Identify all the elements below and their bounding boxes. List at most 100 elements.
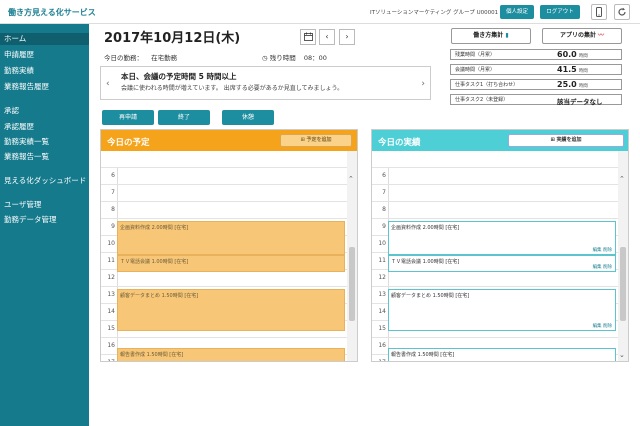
hour-slot[interactable] xyxy=(117,270,347,287)
edit-link[interactable]: 編集 xyxy=(593,248,602,253)
remaining-time: ◷ 残り時間 08：00 xyxy=(262,52,327,62)
stat-task1: 仕事タスク1（打ち合わせ） 25.0 時間 xyxy=(450,79,622,90)
scroll-up-chevron-icon[interactable]: ⌃ xyxy=(348,175,354,183)
actual-scrollbar[interactable]: ⌃ ⌄ xyxy=(618,151,628,361)
delete-link[interactable]: 削除 xyxy=(603,265,612,270)
work-status-label: 今日の勤務： xyxy=(104,54,143,62)
hour-label: 6 xyxy=(382,172,386,179)
hour-label: 10 xyxy=(107,240,115,247)
actual-panel-title: 今日の実績 xyxy=(378,138,421,148)
mobile-icon[interactable] xyxy=(591,4,607,20)
notification-carousel: ‹ 本日、会議の予定時間 5 時間以上 会議に使われる時間が増えています。 出席… xyxy=(100,66,431,100)
actual-event[interactable]: 報告書作成 1.50時間 [在宅] xyxy=(388,348,616,361)
plan-event[interactable]: 報告書作成 1.50時間 [在宅] xyxy=(117,348,345,361)
remaining-label: 残り時間 xyxy=(269,54,296,62)
stat-task2: 仕事タスク2（未登録） 該当データなし xyxy=(450,94,622,106)
stat-meeting: 会議時間（月累） 41.5 時間 xyxy=(450,64,622,75)
stat-label: 会議時間（月累） xyxy=(455,67,496,73)
hour-label: 17 xyxy=(105,359,115,361)
hour-label: 9 xyxy=(111,223,115,230)
hour-slot[interactable] xyxy=(388,185,618,202)
add-plan-label: 予定を追加 xyxy=(306,137,332,143)
hour-label: 11 xyxy=(107,257,115,264)
scroll-thumb[interactable] xyxy=(349,247,355,321)
edit-link[interactable]: 編集 xyxy=(593,324,602,329)
break-button[interactable]: 休憩 xyxy=(222,110,274,125)
carousel-prev-chevron-icon[interactable]: ‹ xyxy=(106,79,110,89)
finish-button[interactable]: 終了 xyxy=(158,110,210,125)
hour-slot[interactable] xyxy=(117,168,347,185)
actual-panel: 今日の実績 ⊞ 実績を追加 6 7 8 9 10 11 12 13 14 15 16 17 企画資料作… xyxy=(371,129,629,362)
remaining-value: 08：00 xyxy=(303,54,327,62)
refresh-icon[interactable] xyxy=(614,4,630,20)
hour-label: 10 xyxy=(378,240,386,247)
hour-slot[interactable] xyxy=(117,185,347,202)
hour-label: 15 xyxy=(378,325,386,332)
plan-event[interactable]: ＴＶ電話会議 1.00時間 [在宅] xyxy=(117,255,345,272)
plan-event[interactable]: 企画資料作成 2.00時間 [在宅] xyxy=(117,221,345,255)
actual-event[interactable]: ＴＶ電話会議 1.00時間 [在宅] 編集 削除 xyxy=(388,255,616,272)
actual-panel-header: 今日の実績 ⊞ 実績を追加 xyxy=(372,130,628,151)
work-summary-button[interactable]: 働き方集計 ▮ xyxy=(451,28,531,44)
hour-row[interactable]: 6 xyxy=(372,167,618,185)
sidebar-item-work-data-management[interactable]: 勤務データ管理 xyxy=(4,214,57,225)
delete-link[interactable]: 削除 xyxy=(603,324,612,329)
sidebar-item-application-history[interactable]: 申請履歴 xyxy=(4,49,34,60)
brand-title[interactable]: 働き方見える化サービス xyxy=(8,7,96,18)
hour-label: 14 xyxy=(378,308,386,315)
edit-link[interactable]: 編集 xyxy=(593,265,602,270)
plan-scrollbar[interactable]: ⌃ xyxy=(347,151,357,361)
sidebar-item-user-management[interactable]: ユーザ管理 xyxy=(4,199,41,210)
plan-event[interactable]: 顧客データまとめ 1.50時間 [在宅] xyxy=(117,289,345,331)
scroll-thumb[interactable] xyxy=(620,247,626,321)
stat-label: 残業時間（月累） xyxy=(455,52,496,58)
hour-row[interactable]: 8 xyxy=(101,201,347,219)
plan-panel: 今日の予定 ⊞ 予定を追加 6 7 8 9 10 11 12 13 14 15 16 17 企画資料作… xyxy=(100,129,358,362)
stat-value: 該当データなし xyxy=(557,98,603,106)
hour-label: 17 xyxy=(376,359,386,361)
add-plan-button[interactable]: ⊞ 予定を追加 xyxy=(280,134,352,147)
hour-label: 16 xyxy=(107,342,115,349)
logout-button[interactable]: ログアウト xyxy=(540,5,580,19)
hour-row[interactable]: 8 xyxy=(372,201,618,219)
hour-slot[interactable] xyxy=(388,270,618,287)
app-summary-button[interactable]: アプリの集計 〰 xyxy=(542,28,622,44)
sidebar: ホーム 申請履歴 勤務実績 業務報告履歴 承認 承認履歴 勤務実績一覧 業務報告… xyxy=(0,24,89,426)
hour-slot[interactable] xyxy=(388,202,618,219)
hour-slot[interactable] xyxy=(117,202,347,219)
sidebar-item-dashboard[interactable]: 見える化ダッシュボード xyxy=(4,175,86,186)
scroll-down-chevron-icon[interactable]: ⌄ xyxy=(619,351,625,359)
calendar-icon[interactable] xyxy=(300,29,316,45)
work-summary-label: 働き方集計 xyxy=(473,32,504,39)
sidebar-item-report-history[interactable]: 業務報告履歴 xyxy=(4,81,49,92)
current-date: 2017年10月12日(木) xyxy=(104,31,241,46)
sidebar-item-approval-history[interactable]: 承認履歴 xyxy=(4,121,34,132)
sidebar-item-report-list[interactable]: 業務報告一覧 xyxy=(4,151,49,162)
hour-slot[interactable] xyxy=(388,168,618,185)
notification-body: 会議に使われる時間が増えています。 出席する必要があるか見直してみましょう。 xyxy=(121,85,344,92)
sidebar-item-approval[interactable]: 承認 xyxy=(4,105,19,116)
hour-label: 7 xyxy=(111,189,115,196)
prev-day-chevron-icon[interactable]: ‹ xyxy=(319,29,335,45)
reapply-button[interactable]: 再申請 xyxy=(102,110,154,125)
personal-settings-button[interactable]: 個人設定 xyxy=(500,5,534,19)
work-status: 今日の勤務： 在宅勤務 xyxy=(104,52,177,62)
stat-label: 仕事タスク2（未登録） xyxy=(455,97,509,103)
notification-title: 本日、会議の予定時間 5 時間以上 xyxy=(121,72,237,81)
sidebar-item-home[interactable]: ホーム xyxy=(0,33,89,45)
add-actual-button[interactable]: ⊞ 実績を追加 xyxy=(508,134,624,147)
hour-row[interactable]: 7 xyxy=(372,184,618,202)
stat-value: 60.0 時間 xyxy=(557,50,588,59)
sidebar-item-work-records[interactable]: 勤務実績 xyxy=(4,65,34,76)
scroll-up-chevron-icon[interactable]: ⌃ xyxy=(619,175,625,183)
hour-label: 14 xyxy=(107,308,115,315)
hour-row[interactable]: 6 xyxy=(101,167,347,185)
next-day-chevron-icon[interactable]: › xyxy=(339,29,355,45)
delete-link[interactable]: 削除 xyxy=(603,248,612,253)
hour-label: 13 xyxy=(107,291,115,298)
actual-event[interactable]: 企画資料作成 2.00時間 [在宅] 編集 削除 xyxy=(388,221,616,255)
carousel-next-chevron-icon[interactable]: › xyxy=(421,79,425,89)
actual-event[interactable]: 顧客データまとめ 1.50時間 [在宅] 編集 削除 xyxy=(388,289,616,331)
hour-row[interactable]: 7 xyxy=(101,184,347,202)
sidebar-item-work-records-list[interactable]: 勤務実績一覧 xyxy=(4,136,49,147)
